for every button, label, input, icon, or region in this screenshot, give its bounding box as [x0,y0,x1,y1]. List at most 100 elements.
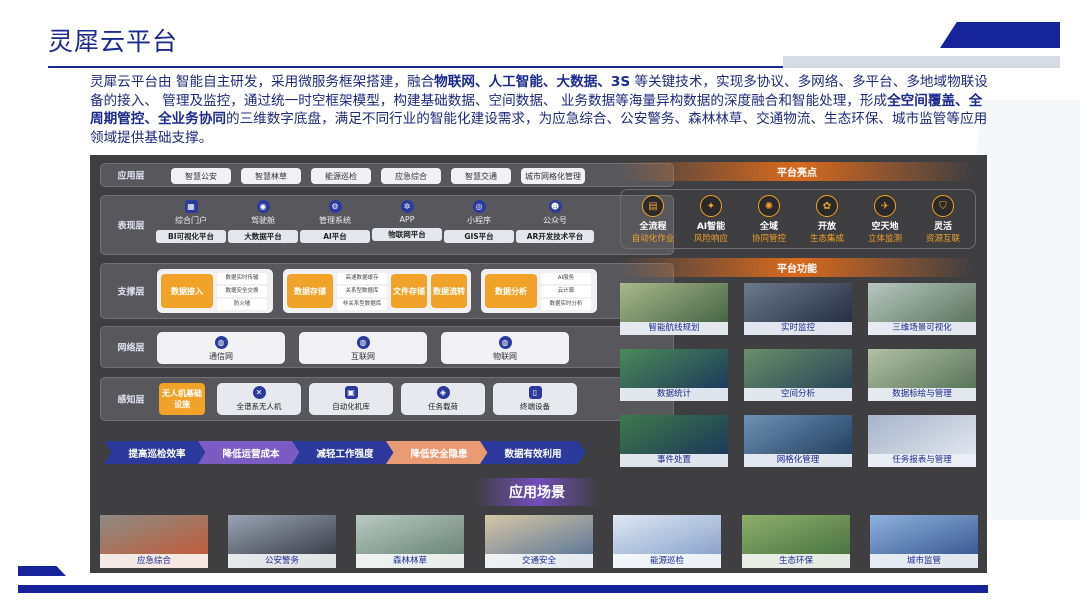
support-sub-item: 非关系型数据库 [337,299,387,310]
function-card[interactable]: 事件处置 [620,415,728,467]
benefit-arrow: 降低运营成本 [198,441,304,464]
bottom-left-stripe [18,566,66,576]
perception-label: 任务载荷 [428,402,458,411]
perception-layer: 感知层 无人机基础设施 ✕ 全谱系无人机 ▣ 自动化机库 ◈ 任务载荷 ▯ 终端… [100,377,674,421]
function-card[interactable]: 三维场景可视化 [868,283,976,335]
data-storage-group: 数据存储 高速数据缓存 关系型数据库 非关系型数据库 文件存储 数据流转 [283,269,471,313]
scenario-card[interactable]: 城市监管 [870,515,978,568]
perception-item[interactable]: ◈ 任务载荷 [401,383,485,415]
support-sub-item: 数据安全交换 [217,286,267,297]
support-sub-item: 数据实时分析 [541,299,591,310]
presentation-label: 公众号 [543,216,567,225]
function-label: 任务报表与管理 [868,454,976,467]
presentation-item[interactable]: ▦ 综合门户 BI可视化平台 [156,200,226,252]
file-storage-chip[interactable]: 文件存储 [391,274,427,308]
benefit-arrow: 提高巡检效率 [104,441,210,464]
support-sub-item: 数据实时传输 [217,273,267,284]
scenario-card[interactable]: 公安警务 [228,515,336,568]
benefit-arrow: 降低安全隐患 [386,441,492,464]
highlight-subtitle: 资源互联 [925,234,960,244]
presentation-layer: 表现层 ▦ 综合门户 BI可视化平台 ◉ 驾驶舱 大数据平台 ⚙ 管理系统 AI… [100,195,674,255]
network-item[interactable]: ◍ 互联网 [299,332,427,364]
platform-label: AR开发技术平台 [516,230,594,243]
app-chip[interactable]: 城市网格化管理 [521,168,585,184]
terminal-icon: ▯ [528,386,542,399]
highlight-item: ✈ 空天地 立体监测 [857,195,913,244]
network-item[interactable]: ◍ 物联网 [441,332,569,364]
layer-label: 感知层 [117,395,145,406]
presentation-item[interactable]: ◎ 小程序 GIS平台 [444,200,514,252]
perception-item[interactable]: ✕ 全谱系无人机 [217,383,301,415]
hangar-icon: ▣ [344,386,358,399]
function-card[interactable]: 实时监控 [744,283,852,335]
data-access-chip[interactable]: 数据接入 [161,274,213,308]
data-access-group: 数据接入 数据实时传输 数据安全交换 防火墙 [157,269,273,313]
app-chip[interactable]: 智慧林草 [241,168,301,184]
function-label: 智能航线规划 [620,322,728,335]
scenario-label: 生态环保 [742,554,850,568]
scenario-card[interactable]: 应急综合 [100,515,208,568]
data-bus-chip[interactable]: 数据流转 [431,274,467,308]
scenario-card[interactable]: 森林林草 [356,515,464,568]
support-sub-item: 防火墙 [217,299,267,310]
support-sub-item: 关系型数据库 [337,286,387,297]
presentation-label: 管理系统 [319,216,351,225]
title-underline [48,66,783,68]
app-chip[interactable]: 智慧交通 [451,168,511,184]
data-storage-chip[interactable]: 数据存储 [287,274,333,308]
title-gray-bar [783,56,1060,68]
function-card[interactable]: 数据统计 [620,349,728,401]
function-card[interactable]: 智能航线规划 [620,283,728,335]
highlights-box: ▤ 全流程 自动化作业 ✦ AI智能 风险响应 ✺ 全域 协同管控 ✿ 开放 生… [620,189,976,249]
highlight-item: ▤ 全流程 自动化作业 [625,195,681,244]
highlights-title: 平台亮点 [620,162,974,181]
highlight-item: ✦ AI智能 风险响应 [683,195,739,244]
app-chip[interactable]: 应急综合 [381,168,441,184]
ai-icon: ✦ [700,195,722,217]
scenario-card[interactable]: 能源巡检 [613,515,721,568]
function-card[interactable]: 网格化管理 [744,415,852,467]
wechat-icon: ☻ [548,200,562,213]
app-chip[interactable]: 智慧公安 [171,168,231,184]
scenario-label: 应急综合 [100,554,208,568]
presentation-label: 综合门户 [175,216,207,225]
platform-label: BI可视化平台 [156,230,226,243]
app-chip[interactable]: 能源巡检 [311,168,371,184]
management-icon: ⚙ [328,200,342,213]
presentation-item[interactable]: ⚙ 管理系统 AI平台 [300,200,370,252]
support-sub-item: AI服务 [541,273,591,284]
highlight-item: ✺ 全域 协同管控 [741,195,797,244]
scenario-label: 城市监管 [870,554,978,568]
scenarios-title: 应用场景 [475,478,599,506]
presentation-item[interactable]: ◉ 驾驶舱 大数据平台 [228,200,298,252]
highlight-subtitle: 自动化作业 [631,234,675,244]
application-layer: 应用层 智慧公安 智慧林草 能源巡检 应急综合 智慧交通 城市网格化管理 [100,163,674,187]
scenario-label: 森林林草 [356,554,464,568]
perception-item[interactable]: ▯ 终端设备 [493,383,577,415]
scenario-card[interactable]: 生态环保 [742,515,850,568]
highlight-item: ⛉ 灵活 资源互联 [915,195,971,244]
presentation-item[interactable]: ☻ 公众号 AR开发技术平台 [516,200,594,252]
benefit-arrow: 数据有效利用 [480,441,586,464]
highlight-subtitle: 风险响应 [693,234,728,244]
scenario-card[interactable]: 交通安全 [485,515,593,568]
presentation-item[interactable]: ✲ APP 物联网平台 [372,200,442,252]
bottom-stripe [18,585,988,593]
workflow-icon: ▤ [642,195,664,217]
support-layer: 支撑层 数据接入 数据实时传输 数据安全交换 防火墙 数据存储 高速数据缓存 关… [100,263,674,319]
perception-item[interactable]: ▣ 自动化机库 [309,383,393,415]
highlight-title: AI智能 [696,222,726,232]
function-card[interactable]: 数据标绘与管理 [868,349,976,401]
highlight-item: ✿ 开放 生态集成 [799,195,855,244]
function-label: 空间分析 [744,388,852,401]
internet-icon: ◍ [356,336,370,349]
network-item[interactable]: ◍ 通信网 [157,332,285,364]
data-analysis-chip[interactable]: 数据分析 [485,274,537,308]
presentation-label: APP [399,215,415,224]
drone-infrastructure-chip[interactable]: 无人机基础设施 [159,383,205,415]
function-label: 网格化管理 [744,454,852,467]
open-icon: ✿ [816,195,838,217]
function-card[interactable]: 任务报表与管理 [868,415,976,467]
function-card[interactable]: 空间分析 [744,349,852,401]
highlight-title: 灵活 [933,222,952,232]
